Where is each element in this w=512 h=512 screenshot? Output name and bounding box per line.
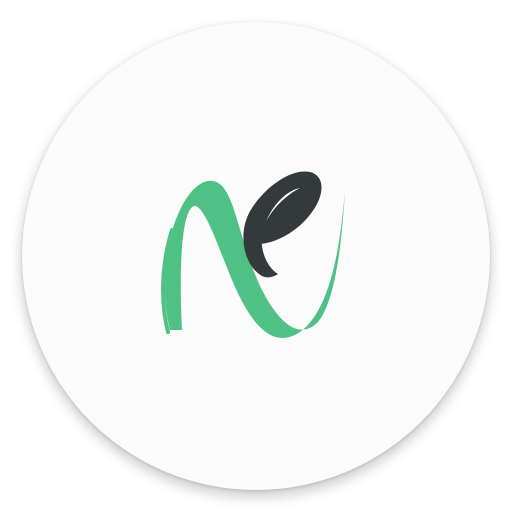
dark-leaf-icon <box>243 171 322 278</box>
app-icon-canvas <box>0 0 512 512</box>
ne-logo <box>161 171 345 338</box>
